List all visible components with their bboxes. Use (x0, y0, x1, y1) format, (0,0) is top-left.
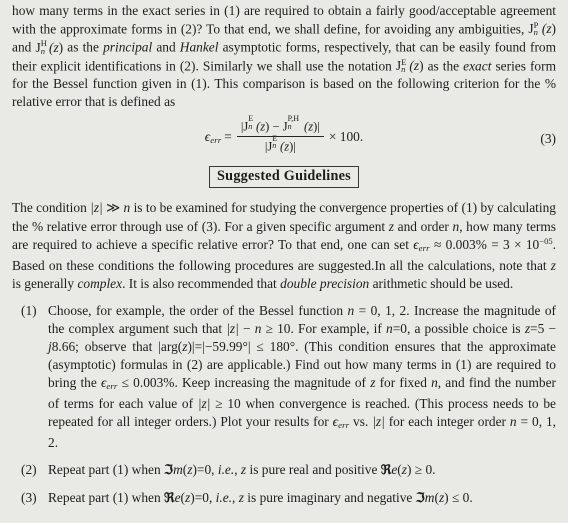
section-heading-wrap: Suggested Guidelines (12, 166, 556, 189)
list-item-1: (1) Choose, for example, the order of th… (12, 302, 556, 452)
list-item-3-text: Repeat part (1) when ℜe(z)=0, i.e., z is… (48, 489, 473, 506)
equation-equals: = (224, 128, 232, 144)
emphasis-complex: complex (77, 275, 123, 291)
emphasis-principal: principal (103, 39, 153, 55)
guidelines-list: (1) Choose, for example, the order of th… (12, 302, 556, 508)
math-eps-err: ϵerr (413, 236, 430, 253)
equation-fraction: |J En (z) − J P,H n (z)| |J En (z)| (236, 114, 324, 154)
document-page: how many terms in the exact series in (1… (0, 0, 568, 523)
display-equation-3: ϵerr = |J En (z) − J P,H n (z)| |J En (z)| × 10… (12, 114, 556, 164)
math-abs-z: |z| (90, 200, 103, 216)
math-imag-part-1: ℑ (164, 462, 174, 478)
equation-times: × 100. (328, 128, 364, 144)
list-marker-3: (3) (21, 489, 37, 505)
list-marker-2: (2) (21, 461, 37, 477)
suggested-guidelines-heading: Suggested Guidelines (209, 166, 359, 189)
math-eps-err-2: ϵerr (100, 374, 118, 391)
math-real-part-1: ℜ (380, 462, 392, 478)
paragraph-continuation: how many terms in the exact series in (1… (12, 3, 557, 110)
list-marker-1: (1) (21, 302, 37, 318)
math-real-part-2: ℜ (164, 490, 175, 506)
fraction-numerator: |J En (z) − J P,H n (z)| (240, 114, 320, 135)
equation-body: ϵerr = |J En (z) − J P,H n (z)| |J En (z)| × 10… (12, 114, 556, 154)
list-item-1-text: Choose, for example, the order of the Be… (48, 302, 557, 450)
list-item-2-text: Repeat part (1) when ℑm(z)=0, i.e., z is… (48, 461, 436, 478)
fraction-denominator: |J En (z)| (264, 134, 296, 154)
list-item-3: (3) Repeat part (1) when ℜe(z)=0, i.e., … (12, 489, 556, 508)
math-jn-hankel: J Hn (z) (35, 38, 64, 56)
math-jn-exact: J En (z) (395, 56, 424, 75)
text-column: how many terms in the exact series in (1… (12, 2, 556, 508)
guidelines-intro-paragraph: The condition |z| ≫ n is to be examined … (12, 200, 557, 291)
emphasis-double-precision: double precision (280, 275, 370, 291)
math-jn-principal: J Pn (z) (528, 19, 556, 38)
emphasis-hankel: Hankel (179, 39, 219, 55)
list-item-2: (2) Repeat part (1) when ℑm(z)=0, i.e., … (12, 461, 556, 480)
equation-lhs: ϵerr (204, 128, 222, 145)
math-eps-err-3: ϵerr (332, 413, 350, 430)
emphasis-exact: exact (463, 58, 492, 74)
math-imag-part-2: ℑ (415, 490, 425, 506)
equation-number: (3) (540, 131, 556, 147)
